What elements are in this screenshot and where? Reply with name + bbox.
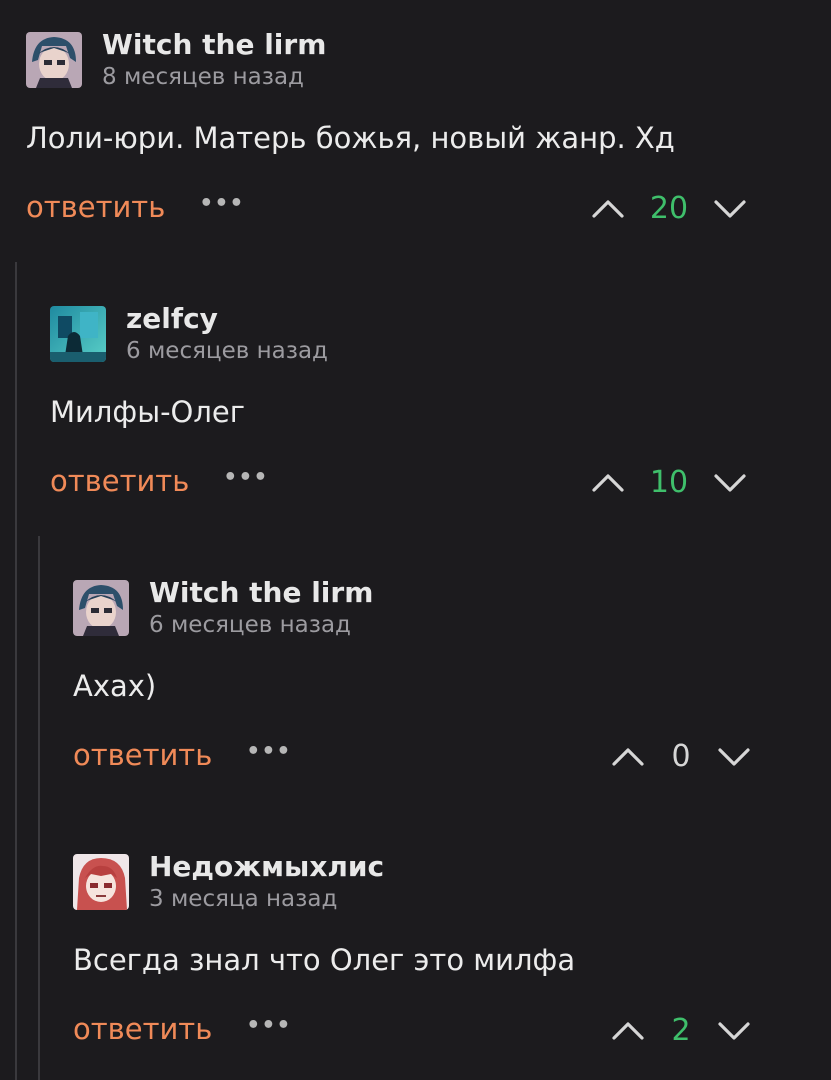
avatar[interactable]	[26, 32, 82, 88]
avatar-image	[73, 854, 129, 910]
timestamp: 6 месяцев назад	[126, 338, 328, 364]
chevron-up-icon[interactable]	[590, 190, 626, 226]
author-name[interactable]: zelfcy	[126, 302, 328, 336]
comment: Witch the lirm 6 месяцев назад Ахах) отв…	[73, 576, 816, 774]
ellipsis-icon[interactable]: •••	[246, 739, 291, 764]
comment-header: zelfcy 6 месяцев назад	[50, 302, 816, 366]
comment-header: Недожмыхлис 3 месяца назад	[73, 850, 816, 914]
chevron-up-icon[interactable]	[610, 1012, 646, 1048]
comment: Witch the lirm 8 месяцев назад Лоли-юри.…	[26, 28, 816, 226]
comment-header: Witch the lirm 6 месяцев назад	[73, 576, 816, 640]
ellipsis-icon[interactable]: •••	[223, 465, 268, 490]
vote-controls: 2	[610, 1012, 752, 1048]
comment-header: Witch the lirm 8 месяцев назад	[26, 28, 816, 92]
timestamp: 8 месяцев назад	[102, 64, 304, 90]
vote-score: 10	[649, 464, 689, 500]
comment-text: Милфы-Олег	[50, 395, 245, 429]
avatar[interactable]	[73, 580, 129, 636]
comment-actions: ответить •••	[73, 738, 291, 772]
reply-button[interactable]: ответить	[73, 738, 212, 772]
comment-actions: ответить •••	[50, 464, 268, 498]
avatar[interactable]	[73, 854, 129, 910]
timestamp: 6 месяцев назад	[149, 612, 351, 638]
avatar-image	[73, 580, 129, 636]
ellipsis-icon[interactable]: •••	[246, 1013, 291, 1038]
reply-button[interactable]: ответить	[73, 1012, 212, 1046]
avatar-image	[50, 306, 106, 362]
comment: Недожмыхлис 3 месяца назад Всегда знал ч…	[73, 850, 816, 1048]
vote-controls: 20	[590, 190, 748, 226]
vote-controls: 10	[590, 464, 748, 500]
vote-score: 0	[671, 738, 691, 774]
thread-line-level-2	[38, 536, 40, 1080]
comment: zelfcy 6 месяцев назад Милфы-Олег ответи…	[50, 302, 816, 500]
comment-actions: ответить •••	[26, 190, 244, 224]
timestamp: 3 месяца назад	[149, 886, 338, 912]
vote-controls: 0	[610, 738, 752, 774]
chevron-down-icon[interactable]	[712, 464, 748, 500]
comment-text: Лоли-юри. Матерь божья, новый жанр. Хд	[26, 121, 675, 155]
author-name[interactable]: Witch the lirm	[149, 576, 373, 610]
chevron-down-icon[interactable]	[716, 1012, 752, 1048]
comment-text: Ахах)	[73, 669, 157, 703]
thread-line-level-1	[15, 262, 17, 1080]
chevron-down-icon[interactable]	[712, 190, 748, 226]
chevron-up-icon[interactable]	[610, 738, 646, 774]
author-name[interactable]: Недожмыхлис	[149, 850, 384, 884]
chevron-up-icon[interactable]	[590, 464, 626, 500]
comment-actions: ответить •••	[73, 1012, 291, 1046]
vote-score: 2	[671, 1012, 691, 1048]
chevron-down-icon[interactable]	[716, 738, 752, 774]
reply-button[interactable]: ответить	[50, 464, 189, 498]
reply-button[interactable]: ответить	[26, 190, 165, 224]
comment-text: Всегда знал что Олег это милфа	[73, 943, 576, 977]
avatar[interactable]	[50, 306, 106, 362]
ellipsis-icon[interactable]: •••	[199, 191, 244, 216]
author-name[interactable]: Witch the lirm	[102, 28, 326, 62]
vote-score: 20	[649, 190, 689, 226]
avatar-image	[26, 32, 82, 88]
